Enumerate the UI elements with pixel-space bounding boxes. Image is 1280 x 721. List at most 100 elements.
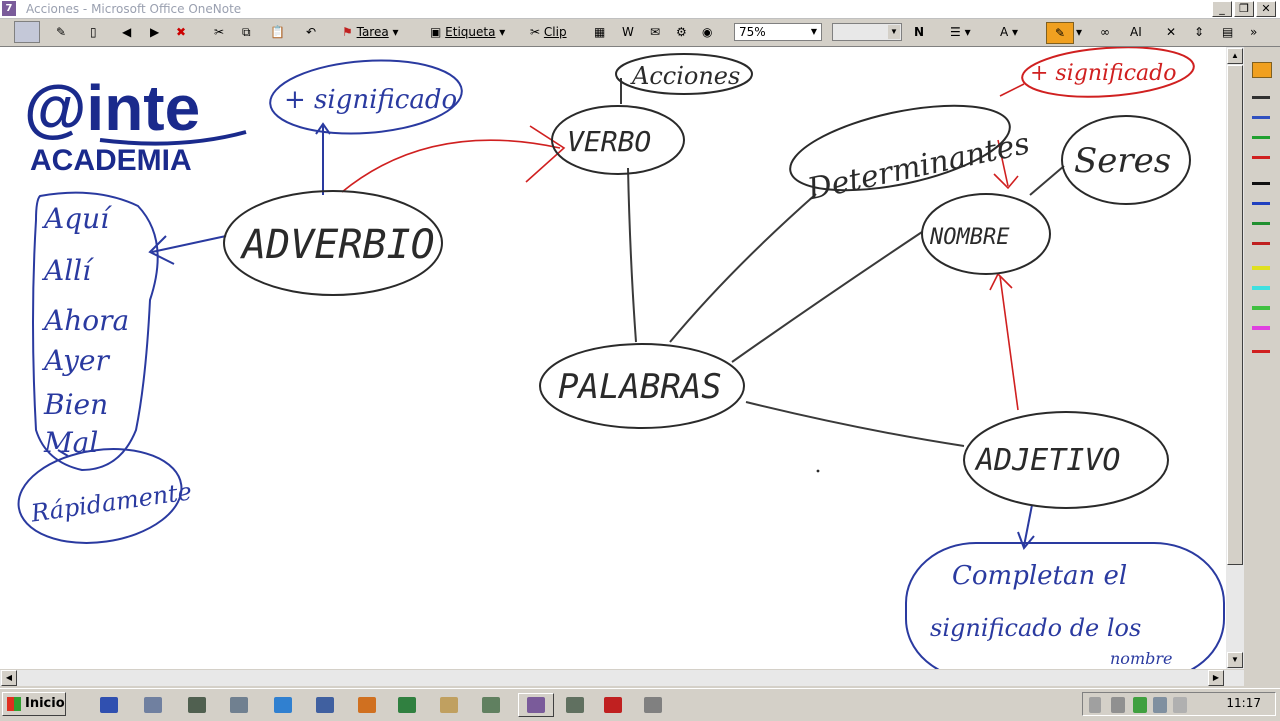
forward-icon[interactable]: ▶ — [150, 22, 159, 42]
academia-logo: @inte ACADEMIA — [24, 72, 247, 177]
more-options-icon[interactable]: » — [1250, 22, 1257, 42]
highlighter-pen-icon[interactable] — [1252, 252, 1270, 270]
etiqueta-button[interactable]: ▣ Etiqueta ▾ — [430, 22, 505, 42]
cut-icon[interactable]: ✂ — [214, 22, 224, 42]
highlighter-icon[interactable]: ✎ — [1046, 22, 1074, 44]
attach-icon[interactable]: ⚙ — [676, 22, 687, 42]
ie-icon[interactable] — [274, 697, 292, 713]
lasso-icon[interactable]: ∞ — [1100, 22, 1110, 42]
wordpad-icon[interactable] — [144, 697, 162, 713]
eraser-icon[interactable]: ✕ — [1166, 22, 1176, 42]
tarea-button[interactable]: ⚑ Tarea ▾ — [342, 22, 399, 42]
view-icon[interactable] — [14, 21, 40, 43]
maximize-button[interactable]: ❐ — [1234, 1, 1254, 17]
adverb-mal: Mal — [43, 426, 98, 459]
chevron-down-icon: ▼ — [810, 27, 818, 36]
significado-right-label: + significado — [1030, 61, 1176, 86]
seres-label: Seres — [1074, 141, 1171, 181]
pen-icon[interactable] — [1252, 208, 1270, 225]
table-icon[interactable]: ▦ — [594, 22, 605, 42]
completan-line-1: Completan el — [952, 561, 1127, 591]
font-select[interactable]: ▼ — [832, 23, 902, 41]
word-app-icon[interactable] — [100, 697, 118, 713]
pen-icon[interactable] — [1252, 188, 1270, 205]
app-icon[interactable] — [644, 697, 662, 713]
pen-icon[interactable] — [1252, 82, 1270, 99]
adverb-bien: Bien — [43, 388, 108, 421]
app-icon[interactable] — [188, 697, 206, 713]
chevron-down-icon: ▼ — [888, 25, 900, 39]
delete-icon[interactable]: ✖ — [176, 22, 186, 42]
palabras-label: PALABRAS — [558, 367, 722, 407]
zoom-select[interactable]: 75% ▼ — [734, 23, 822, 41]
system-tray: 11:17 — [1082, 692, 1276, 716]
scroll-down-icon[interactable]: ▼ — [1227, 652, 1243, 668]
logo-bottom: ACADEMIA — [30, 144, 192, 177]
clip-button[interactable]: ✂ Clip — [530, 22, 567, 42]
horizontal-scrollbar[interactable]: ◀ ▶ — [0, 670, 1244, 686]
highlighter-pen-icon[interactable] — [1252, 312, 1270, 330]
highlighter-pen-icon[interactable] — [1252, 292, 1270, 310]
word-icon[interactable]: W — [622, 22, 634, 42]
new-page-icon[interactable]: ▯ — [90, 22, 97, 42]
pen-icon[interactable] — [1252, 122, 1270, 139]
standard-toolbar: ✎ ▯ ◀ ▶ ✖ ✂ ⧉ 📋 ↶ ⚑ Tarea ▾ ▣ Etiqueta ▾… — [0, 19, 1280, 47]
app-icon[interactable] — [566, 697, 584, 713]
title-bar: 7 Acciones - Microsoft Office OneNote _ … — [0, 0, 1280, 19]
bullets-icon[interactable]: ☰ ▾ — [950, 22, 971, 42]
paste-icon[interactable]: 📋 — [270, 22, 285, 42]
highlighter-pen-icon[interactable] — [1252, 272, 1270, 290]
outlook-icon[interactable]: ✉ — [650, 22, 660, 42]
research-icon[interactable]: ◉ — [702, 22, 712, 42]
adjetivo-label: ADJETIVO — [974, 443, 1121, 478]
tray-app-icon[interactable] — [1153, 697, 1167, 713]
undo-icon[interactable]: ↶ — [306, 22, 316, 42]
logo-top: @inte — [24, 72, 200, 144]
pen-tool-icon[interactable]: ✎ — [56, 22, 66, 42]
clip-icon: ✂ — [530, 25, 541, 39]
scroll-right-icon[interactable]: ▶ — [1208, 670, 1224, 686]
page-list-icon[interactable]: ▤ — [1222, 22, 1233, 42]
font-color-icon[interactable]: A ▾ — [1000, 22, 1018, 42]
start-label: Inicio — [25, 696, 65, 711]
tray-app-icon[interactable] — [1133, 697, 1147, 713]
pen-icon[interactable] — [1252, 102, 1270, 119]
vertical-scrollbar[interactable]: ▲ ▼ — [1226, 47, 1244, 669]
network-icon[interactable] — [1111, 697, 1125, 713]
pen-icon[interactable] — [1252, 168, 1270, 185]
completan-line-3: nombre — [1110, 649, 1172, 668]
pen-icon[interactable] — [1252, 142, 1270, 159]
scroll-left-icon[interactable]: ◀ — [1, 670, 17, 686]
tray-app-icon[interactable] — [1173, 697, 1187, 713]
zoom-value: 75% — [739, 25, 766, 39]
firefox-icon[interactable] — [358, 697, 376, 713]
mind-map: @inte ACADEMIA ADVERBIO + significado VE… — [17, 47, 1225, 669]
excel-icon[interactable] — [482, 697, 500, 713]
insert-space-icon[interactable]: ⇕ — [1194, 22, 1204, 42]
messenger-icon[interactable] — [316, 697, 334, 713]
explorer-icon[interactable] — [230, 697, 248, 713]
copy-icon[interactable]: ⧉ — [242, 22, 251, 42]
globe-icon[interactable] — [398, 697, 416, 713]
highlighter-dropdown[interactable]: ▾ — [1076, 22, 1082, 42]
start-button[interactable]: Inicio — [2, 692, 66, 716]
window-title: Acciones - Microsoft Office OneNote — [26, 2, 242, 16]
folder-icon[interactable] — [440, 697, 458, 713]
close-button[interactable]: ✕ — [1256, 1, 1276, 17]
etiqueta-label: Etiqueta — [445, 25, 496, 39]
pen-icon[interactable] — [1252, 62, 1272, 78]
pen-icon[interactable] — [1252, 228, 1270, 245]
pen-icon[interactable] — [1252, 336, 1270, 353]
note-canvas[interactable]: @inte ACADEMIA ADVERBIO + significado VE… — [0, 47, 1226, 669]
scroll-up-icon[interactable]: ▲ — [1227, 48, 1243, 64]
adverb-ahora: Ahora — [41, 304, 129, 337]
minimize-button[interactable]: _ — [1212, 1, 1232, 17]
back-icon[interactable]: ◀ — [122, 22, 131, 42]
tray-expand-icon[interactable] — [1089, 697, 1101, 713]
onenote-task-button[interactable] — [518, 693, 554, 717]
scroll-thumb[interactable] — [1227, 65, 1243, 565]
acrobat-icon[interactable] — [604, 697, 622, 713]
bold-n-icon[interactable]: N — [914, 22, 924, 42]
clock[interactable]: 11:17 — [1226, 696, 1261, 710]
text-mode-icon[interactable]: AI — [1130, 22, 1142, 42]
